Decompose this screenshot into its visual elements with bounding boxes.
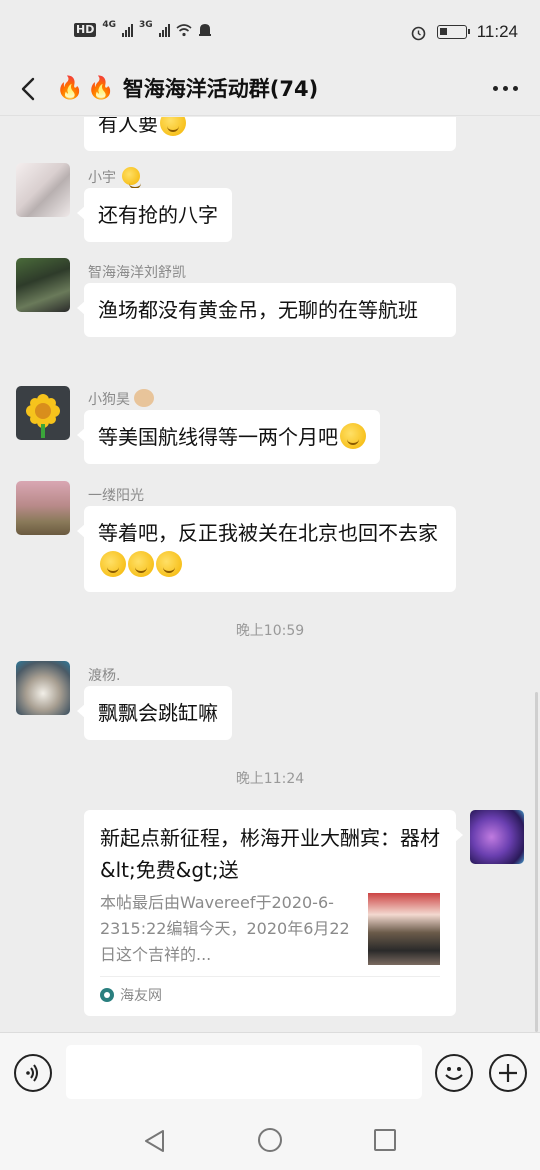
sender-name: 智海海洋刘舒凯 xyxy=(88,265,186,281)
link-card-thumbnail xyxy=(368,893,440,965)
message-list[interactable]: 有人要 小宇 还有抢的八字 智海海洋刘舒凯 渔场都没有黄金吊，无聊的在等航班 小… xyxy=(0,117,540,1032)
avatar[interactable] xyxy=(16,163,70,217)
thinking-emoji-icon xyxy=(128,551,154,577)
network-4g-label: 4G xyxy=(102,20,116,30)
status-right: 11:24 xyxy=(410,22,518,42)
message-text: 等美国航线得等一两个月吧 xyxy=(98,425,338,449)
thinking-emoji-icon xyxy=(156,551,182,577)
sender-name: 小宇 xyxy=(88,167,142,189)
status-bar: HD 4G 3G 11:24 xyxy=(0,0,540,64)
chevron-left-icon[interactable] xyxy=(14,74,42,104)
link-card-description: 本帖最后由Wavereef于2020-6-2315:22编辑今天，2020年6月… xyxy=(100,893,350,964)
hd-badge: HD xyxy=(74,23,97,37)
message-bubble[interactable]: 飘飘会跳缸嘛 xyxy=(77,686,232,740)
message-bubble[interactable]: 等着吧，反正我被关在北京也回不去家 xyxy=(77,506,456,592)
message-text: 还有抢的八字 xyxy=(98,203,218,227)
signal-icon xyxy=(158,23,170,37)
link-card-title: 新起点新征程，彬海开业大酬宾：器材&lt;免费&gt;送 xyxy=(100,826,440,882)
scrollbar[interactable] xyxy=(535,692,538,1032)
battery-icon xyxy=(436,25,470,39)
message-bubble[interactable]: 有人要 xyxy=(84,117,456,151)
signal-icon xyxy=(122,23,133,37)
dog-emoji-icon xyxy=(134,389,155,407)
crying-emoji-icon xyxy=(340,423,366,449)
sender-name: 一缕阳光 xyxy=(88,488,144,504)
message-bubble[interactable]: 等美国航线得等一两个月吧 xyxy=(77,410,380,464)
status-left: HD 4G 3G xyxy=(74,20,212,38)
message-bubble[interactable]: 还有抢的八字 xyxy=(77,188,232,242)
source-name: 海友网 xyxy=(120,988,162,1004)
link-card-source: 海友网 xyxy=(100,985,162,1005)
thinking-emoji-icon xyxy=(100,551,126,577)
message-text: 飘飘会跳缸嘛 xyxy=(98,701,218,725)
avatar[interactable] xyxy=(16,481,70,535)
input-bar xyxy=(0,1032,540,1112)
message-text: 渔场都没有黄金吊，无聊的在等航班 xyxy=(98,298,418,322)
fire-icon: 🔥 xyxy=(87,76,115,101)
wifi-icon xyxy=(176,24,192,37)
nav-recents-icon[interactable] xyxy=(374,1129,396,1151)
voice-icon[interactable] xyxy=(14,1054,52,1092)
laughing-emoji-icon xyxy=(160,117,186,136)
notification-bell-icon xyxy=(198,24,211,36)
nav-home-icon[interactable] xyxy=(258,1128,282,1152)
avatar[interactable] xyxy=(16,386,70,440)
emoji-icon[interactable] xyxy=(435,1054,473,1092)
network-3g-label: 3G xyxy=(139,20,153,30)
message-bubble[interactable]: 渔场都没有黄金吊，无聊的在等航班 xyxy=(77,283,456,337)
sender-name: 渡杨. xyxy=(88,668,121,684)
source-logo-icon xyxy=(100,988,114,1002)
plus-icon[interactable] xyxy=(489,1054,527,1092)
sunflower-icon xyxy=(26,394,60,438)
smile-emoji-icon xyxy=(122,167,142,189)
message-text: 有人要 xyxy=(98,117,158,136)
fire-icon: 🔥 xyxy=(56,76,84,101)
sender-name: 小狗昊 xyxy=(88,389,155,409)
chat-header: 🔥 🔥 智海海洋活动群(74) xyxy=(0,64,540,116)
message-input[interactable] xyxy=(66,1045,422,1099)
clock: 11:24 xyxy=(476,22,518,41)
chat-title-group: 🔥 🔥 智海海洋活动群(74) xyxy=(56,74,318,104)
link-card[interactable]: 新起点新征程，彬海开业大酬宾：器材&lt;免费&gt;送 本帖最后由Wavere… xyxy=(84,810,463,1016)
more-dots-icon[interactable] xyxy=(493,86,518,91)
timestamp: 晚上11:24 xyxy=(235,771,305,787)
alarm-icon xyxy=(411,26,426,40)
my-avatar[interactable] xyxy=(470,810,524,864)
message-text: 等着吧，反正我被关在北京也回不去家 xyxy=(98,521,438,545)
avatar[interactable] xyxy=(16,258,70,312)
system-nav-bar xyxy=(0,1112,540,1170)
divider xyxy=(100,976,440,977)
timestamp: 晚上10:59 xyxy=(235,623,305,639)
chat-title: 智海海洋活动群(74) xyxy=(122,77,319,101)
avatar[interactable] xyxy=(16,661,70,715)
nav-back-icon[interactable] xyxy=(142,1128,168,1154)
